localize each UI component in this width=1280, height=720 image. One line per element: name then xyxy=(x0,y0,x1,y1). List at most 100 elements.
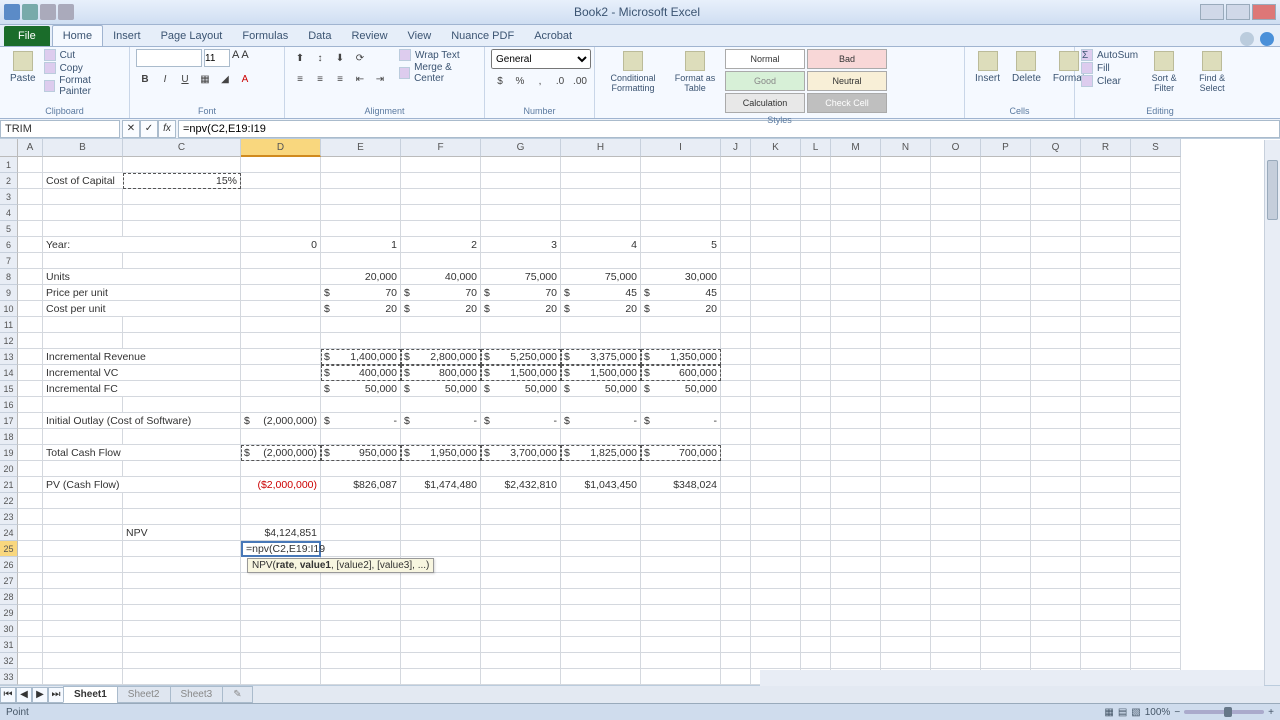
cell-S17[interactable] xyxy=(1131,413,1181,429)
cell-J6[interactable] xyxy=(721,237,751,253)
cell-E13[interactable]: $1,400,000 xyxy=(321,349,401,365)
underline-button[interactable]: U xyxy=(176,70,194,88)
cell-K7[interactable] xyxy=(751,253,801,269)
cell-E28[interactable] xyxy=(321,589,401,605)
cell-C27[interactable] xyxy=(123,573,241,589)
cell-R19[interactable] xyxy=(1081,445,1131,461)
cell-F2[interactable] xyxy=(401,173,481,189)
cell-H8[interactable]: 75,000 xyxy=(561,269,641,285)
cell-B3[interactable] xyxy=(43,189,123,205)
row-header-8[interactable]: 8 xyxy=(0,269,18,285)
percent-icon[interactable]: % xyxy=(511,72,529,90)
cell-B30[interactable] xyxy=(43,621,123,637)
cell-S19[interactable] xyxy=(1131,445,1181,461)
row-header-4[interactable]: 4 xyxy=(0,205,18,221)
cell-H23[interactable] xyxy=(561,509,641,525)
column-header-O[interactable]: O xyxy=(931,139,981,157)
row-header-16[interactable]: 16 xyxy=(0,397,18,413)
cell-E5[interactable] xyxy=(321,221,401,237)
cell-B33[interactable] xyxy=(43,669,123,685)
cell-F24[interactable] xyxy=(401,525,481,541)
cell-P15[interactable] xyxy=(981,381,1031,397)
clear-button[interactable]: Clear xyxy=(1081,75,1138,87)
cell-M13[interactable] xyxy=(831,349,881,365)
cell-H25[interactable] xyxy=(561,541,641,557)
cell-J28[interactable] xyxy=(721,589,751,605)
cell-B25[interactable] xyxy=(43,541,123,557)
cell-C23[interactable] xyxy=(123,509,241,525)
cell-H4[interactable] xyxy=(561,205,641,221)
cell-L18[interactable] xyxy=(801,429,831,445)
cell-K32[interactable] xyxy=(751,653,801,669)
cell-B10[interactable]: Cost per unit xyxy=(43,301,241,317)
cell-S25[interactable] xyxy=(1131,541,1181,557)
cell-M16[interactable] xyxy=(831,397,881,413)
cell-Q13[interactable] xyxy=(1031,349,1081,365)
cell-C33[interactable] xyxy=(123,669,241,685)
cell-Q10[interactable] xyxy=(1031,301,1081,317)
cell-J20[interactable] xyxy=(721,461,751,477)
cell-K25[interactable] xyxy=(751,541,801,557)
cell-H17[interactable]: $- xyxy=(561,413,641,429)
cell-M21[interactable] xyxy=(831,477,881,493)
cell-H28[interactable] xyxy=(561,589,641,605)
cell-K3[interactable] xyxy=(751,189,801,205)
cell-L11[interactable] xyxy=(801,317,831,333)
cell-R14[interactable] xyxy=(1081,365,1131,381)
cell-B14[interactable]: Incremental VC xyxy=(43,365,241,381)
cell-A18[interactable] xyxy=(18,429,43,445)
cell-B16[interactable] xyxy=(43,397,123,413)
cell-P27[interactable] xyxy=(981,573,1031,589)
cell-I10[interactable]: $20 xyxy=(641,301,721,317)
cell-G11[interactable] xyxy=(481,317,561,333)
cell-B4[interactable] xyxy=(43,205,123,221)
cell-J10[interactable] xyxy=(721,301,751,317)
cell-G28[interactable] xyxy=(481,589,561,605)
cell-E15[interactable]: $50,000 xyxy=(321,381,401,397)
fill-color-button[interactable]: ◢ xyxy=(216,70,234,88)
cell-C12[interactable] xyxy=(123,333,241,349)
cell-O19[interactable] xyxy=(931,445,981,461)
cell-H13[interactable]: $3,375,000 xyxy=(561,349,641,365)
zoom-slider[interactable] xyxy=(1184,710,1264,714)
cell-C22[interactable] xyxy=(123,493,241,509)
cell-L15[interactable] xyxy=(801,381,831,397)
cell-O26[interactable] xyxy=(931,557,981,573)
cell-M19[interactable] xyxy=(831,445,881,461)
cell-M6[interactable] xyxy=(831,237,881,253)
cell-D15[interactable] xyxy=(241,381,321,397)
cell-D1[interactable] xyxy=(241,157,321,173)
cell-I25[interactable] xyxy=(641,541,721,557)
cell-O28[interactable] xyxy=(931,589,981,605)
cell-E14[interactable]: $400,000 xyxy=(321,365,401,381)
font-color-button[interactable]: A xyxy=(236,70,254,88)
cell-E31[interactable] xyxy=(321,637,401,653)
cell-J29[interactable] xyxy=(721,605,751,621)
column-header-Q[interactable]: Q xyxy=(1031,139,1081,157)
row-header-18[interactable]: 18 xyxy=(0,429,18,445)
cell-A32[interactable] xyxy=(18,653,43,669)
cell-J13[interactable] xyxy=(721,349,751,365)
cell-I32[interactable] xyxy=(641,653,721,669)
vertical-scrollbar[interactable] xyxy=(1264,140,1280,685)
cell-C24[interactable]: NPV xyxy=(123,525,241,541)
italic-button[interactable]: I xyxy=(156,70,174,88)
cell-P21[interactable] xyxy=(981,477,1031,493)
cell-B29[interactable] xyxy=(43,605,123,621)
cell-P17[interactable] xyxy=(981,413,1031,429)
view-layout-icon[interactable]: ▤ xyxy=(1118,707,1127,718)
cell-J14[interactable] xyxy=(721,365,751,381)
cell-G21[interactable]: $2,432,810 xyxy=(481,477,561,493)
cell-R22[interactable] xyxy=(1081,493,1131,509)
font-name-input[interactable] xyxy=(136,49,202,67)
cell-K22[interactable] xyxy=(751,493,801,509)
cell-I13[interactable]: $1,350,000 xyxy=(641,349,721,365)
cell-C30[interactable] xyxy=(123,621,241,637)
cell-M29[interactable] xyxy=(831,605,881,621)
cell-H1[interactable] xyxy=(561,157,641,173)
cell-P29[interactable] xyxy=(981,605,1031,621)
cell-E12[interactable] xyxy=(321,333,401,349)
cell-N16[interactable] xyxy=(881,397,931,413)
cell-D29[interactable] xyxy=(241,605,321,621)
cell-O32[interactable] xyxy=(931,653,981,669)
